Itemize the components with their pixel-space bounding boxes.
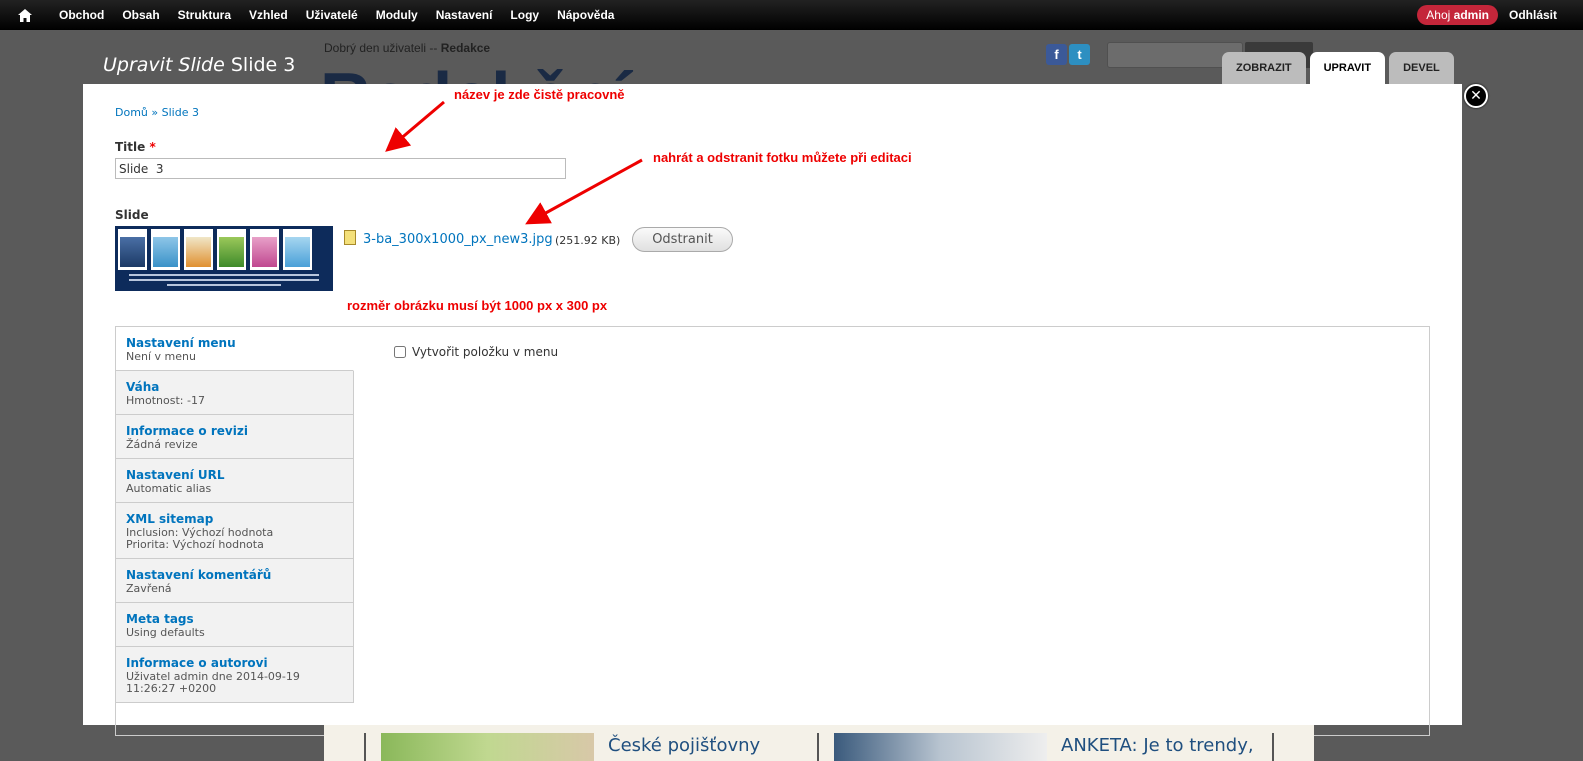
home-icon[interactable] bbox=[0, 0, 50, 30]
annotation-size-note: rozměr obrázku musí být 1000 px x 300 px bbox=[347, 298, 608, 313]
required-mark: * bbox=[149, 140, 156, 154]
vertical-tab-title: Váha bbox=[126, 380, 160, 394]
slide-thumbnail bbox=[115, 226, 333, 291]
vertical-tab-title: Nastavení URL bbox=[126, 468, 225, 482]
vertical-tabs: Nastavení menu Není v menu Váha Hmotnost… bbox=[115, 326, 1430, 736]
background-article-strip: České pojišťovny ANKETA: Je to trendy, bbox=[324, 725, 1314, 761]
title-input[interactable] bbox=[115, 158, 566, 179]
toolbar-menu: Obchod Obsah Struktura Vzhled Uživatelé … bbox=[50, 8, 623, 22]
close-icon[interactable]: ✕ bbox=[1464, 84, 1488, 108]
title-label: Title * bbox=[115, 140, 156, 154]
user-greeting-badge[interactable]: Ahoj admin bbox=[1417, 5, 1498, 25]
vertical-tab-summary: Hmotnost: -17 bbox=[126, 394, 205, 407]
file-link[interactable]: 3-ba_300x1000_px_new3.jpg bbox=[363, 232, 553, 247]
greeting-username: admin bbox=[1453, 8, 1489, 22]
overlay-title-action: Upravit Slide bbox=[103, 54, 225, 76]
toolbar-item-napoveda[interactable]: Nápověda bbox=[548, 8, 623, 22]
toolbar-item-nastaveni[interactable]: Nastavení bbox=[427, 8, 502, 22]
breadcrumb: Domů » Slide 3 bbox=[115, 106, 199, 119]
image-file-icon bbox=[344, 230, 356, 245]
vertical-tab-title: XML sitemap bbox=[126, 512, 214, 526]
slide-label: Slide bbox=[115, 208, 149, 222]
breadcrumb-current[interactable]: Slide 3 bbox=[162, 106, 199, 119]
overlay-tabs: ZOBRAZIT UPRAVIT DEVEL bbox=[1222, 52, 1454, 84]
vertical-tab-title: Informace o revizi bbox=[126, 424, 248, 438]
overlay-title-node: Slide 3 bbox=[230, 54, 296, 76]
social-icons: f t bbox=[1046, 44, 1090, 65]
toolbar-item-logy[interactable]: Logy bbox=[501, 8, 548, 22]
vertical-tab-author[interactable]: Informace o autorovi Uživatel admin dne … bbox=[116, 647, 354, 703]
create-menu-item-checkbox[interactable] bbox=[394, 346, 406, 358]
vertical-tab-comments[interactable]: Nastavení komentářů Zavřená bbox=[116, 559, 354, 603]
vertical-tab-summary-2: 11:26:27 +0200 bbox=[126, 682, 217, 695]
article-headline-2[interactable]: ANKETA: Je to trendy, bbox=[1061, 735, 1254, 756]
toolbar-item-struktura[interactable]: Struktura bbox=[169, 8, 240, 22]
annotation-photo-note: nahrát a odstranit fotku můžete při edit… bbox=[653, 150, 912, 165]
toolbar-item-vzhled[interactable]: Vzhled bbox=[240, 8, 297, 22]
breadcrumb-separator: » bbox=[151, 106, 159, 119]
toolbar-item-obsah[interactable]: Obsah bbox=[113, 8, 168, 22]
remove-button[interactable]: Odstranit bbox=[632, 227, 733, 252]
site-greeting: Dobrý den uživateli -- Redakce bbox=[324, 41, 490, 55]
create-menu-item-label: Vytvořit položku v menu bbox=[412, 345, 559, 359]
article-headline-1[interactable]: České pojišťovny bbox=[608, 735, 760, 756]
logout-link[interactable]: Odhlásit bbox=[1509, 8, 1557, 22]
site-greeting-prefix: Dobrý den uživateli -- bbox=[324, 41, 438, 55]
vertical-tab-weight[interactable]: Váha Hmotnost: -17 bbox=[116, 371, 354, 415]
toolbar-user-area: Ahoj admin Odhlásit bbox=[1417, 5, 1583, 25]
tab-zobrazit[interactable]: ZOBRAZIT bbox=[1222, 52, 1306, 84]
tab-devel[interactable]: DEVEL bbox=[1389, 52, 1454, 84]
create-menu-item-checkbox-row[interactable]: Vytvořit položku v menu bbox=[394, 345, 558, 359]
vertical-tab-meta-tags[interactable]: Meta tags Using defaults bbox=[116, 603, 354, 647]
toolbar-item-obchod[interactable]: Obchod bbox=[50, 8, 113, 22]
file-size: (251.92 KB) bbox=[555, 234, 621, 247]
vertical-tab-summary-2: Priorita: Výchozí hodnota bbox=[126, 538, 264, 551]
breadcrumb-home[interactable]: Domů bbox=[115, 106, 148, 119]
title-label-text: Title bbox=[115, 140, 146, 154]
vertical-tab-title: Informace o autorovi bbox=[126, 656, 268, 670]
tab-upravit[interactable]: UPRAVIT bbox=[1309, 52, 1386, 84]
vertical-tab-menu-settings[interactable]: Nastavení menu Není v menu bbox=[116, 327, 354, 371]
admin-toolbar: Obchod Obsah Struktura Vzhled Uživatelé … bbox=[0, 0, 1583, 30]
vertical-tab-xml-sitemap[interactable]: XML sitemap Inclusion: Výchozí hodnota P… bbox=[116, 503, 354, 559]
vertical-tab-url[interactable]: Nastavení URL Automatic alias bbox=[116, 459, 354, 503]
vertical-tab-summary: Žádná revize bbox=[126, 438, 198, 451]
vertical-tab-title: Nastavení menu bbox=[126, 336, 236, 350]
vertical-tab-summary: Using defaults bbox=[126, 626, 205, 639]
article-image[interactable] bbox=[381, 733, 594, 761]
site-greeting-user: Redakce bbox=[440, 41, 491, 55]
overlay-title: Upravit Slide Slide 3 bbox=[103, 54, 295, 76]
overlay-content: Domů » Slide 3 Title * Slide 3-ba_300x10… bbox=[83, 84, 1462, 736]
twitter-icon[interactable]: t bbox=[1069, 44, 1090, 65]
facebook-icon[interactable]: f bbox=[1046, 44, 1067, 65]
article-image[interactable] bbox=[834, 733, 1047, 761]
vertical-tab-summary: Automatic alias bbox=[126, 482, 212, 495]
annotation-name-note: název je zde čistě pracovně bbox=[454, 87, 625, 102]
vertical-tab-summary: Není v menu bbox=[126, 350, 196, 363]
vertical-tab-revision[interactable]: Informace o revizi Žádná revize bbox=[116, 415, 354, 459]
toolbar-item-moduly[interactable]: Moduly bbox=[367, 8, 427, 22]
vertical-tab-title: Nastavení komentářů bbox=[126, 568, 272, 582]
background-site-header: Dobrý den uživateli -- Redakce Redakční … bbox=[320, 30, 1314, 132]
greeting-prefix: Ahoj bbox=[1426, 8, 1451, 22]
toolbar-item-uzivatele[interactable]: Uživatelé bbox=[297, 8, 367, 22]
vertical-tab-summary: Zavřená bbox=[126, 582, 172, 595]
vertical-tab-list: Nastavení menu Není v menu Váha Hmotnost… bbox=[116, 327, 354, 703]
vertical-tab-title: Meta tags bbox=[126, 612, 194, 626]
